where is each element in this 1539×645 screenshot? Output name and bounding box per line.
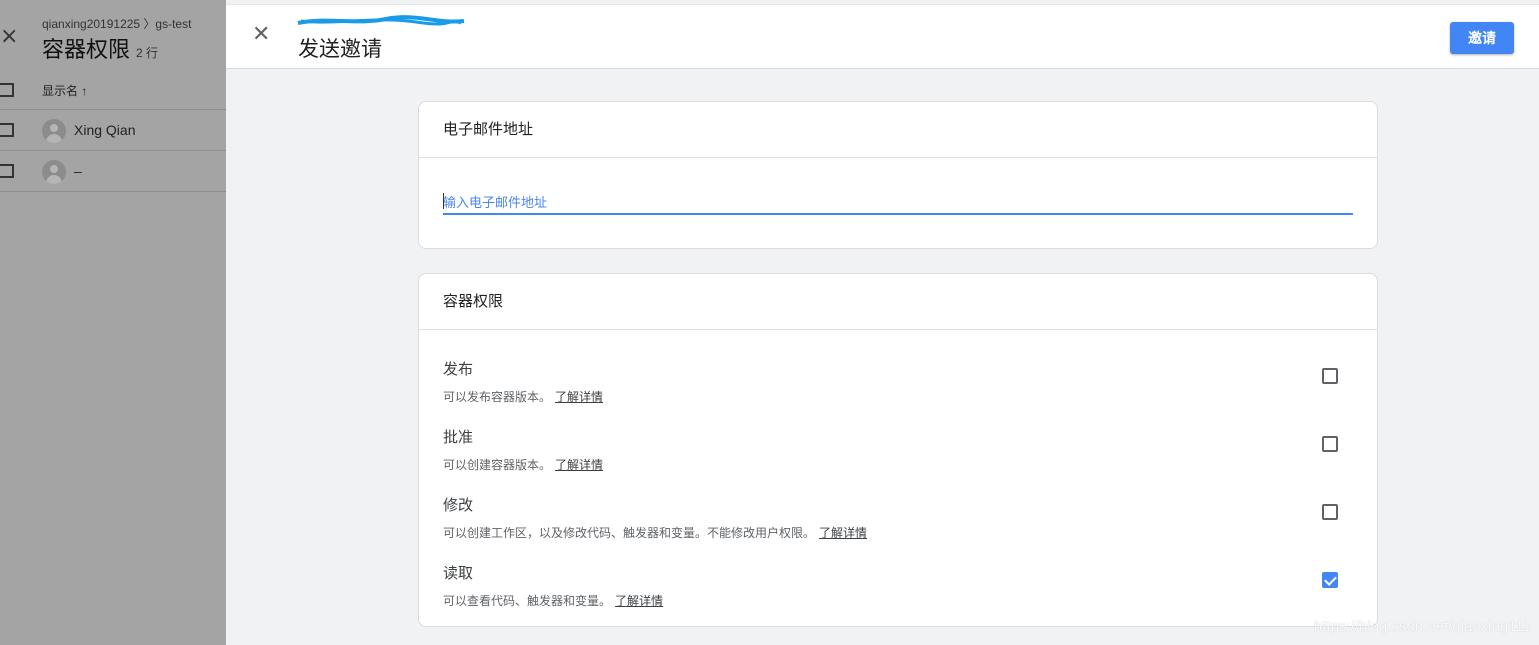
permission-edit: 修改 可以创建工作区，以及修改代码、触发器和变量。不能修改用户权限。 了解详情 bbox=[443, 494, 1355, 554]
permission-description: 可以创建容器版本。 了解详情 bbox=[443, 456, 603, 473]
permission-checkbox-publish[interactable] bbox=[1322, 368, 1338, 384]
email-card: 电子邮件地址 bbox=[418, 101, 1378, 249]
email-input[interactable] bbox=[443, 191, 1353, 215]
row-name: Xing Qian bbox=[74, 122, 136, 138]
permission-checkbox-read[interactable] bbox=[1322, 572, 1338, 588]
permission-name: 修改 bbox=[443, 497, 474, 514]
permission-read: 读取 可以查看代码、触发器和变量。 了解详情 bbox=[443, 562, 1355, 622]
row-count: 2 行 bbox=[136, 46, 159, 60]
watermark: https://blog.csdn.net/qianxing111 bbox=[1313, 618, 1531, 635]
permission-description: 可以创建工作区，以及修改代码、触发器和变量。不能修改用户权限。 了解详情 bbox=[443, 524, 867, 541]
table-row[interactable]: Xing Qian bbox=[0, 110, 226, 151]
learn-more-link[interactable]: 了解详情 bbox=[555, 390, 603, 404]
close-icon[interactable]: × bbox=[0, 26, 18, 48]
breadcrumb: qianxing20191225 〉gs-test bbox=[42, 17, 192, 31]
permission-desc-text: 可以发布容器版本。 bbox=[443, 390, 552, 404]
permission-publish: 发布 可以发布容器版本。 了解详情 bbox=[443, 358, 1355, 418]
email-section-title: 电子邮件地址 bbox=[419, 102, 1377, 158]
permission-name: 读取 bbox=[443, 565, 474, 582]
page-title-text: 容器权限 bbox=[42, 37, 131, 62]
background-panel: × qianxing20191225 〉gs-test 容器权限 2 行 显示名 … bbox=[0, 0, 226, 645]
row-name: – bbox=[74, 163, 82, 179]
permission-name: 发布 bbox=[443, 361, 474, 378]
row-checkbox[interactable] bbox=[0, 164, 14, 178]
avatar bbox=[42, 160, 66, 184]
permission-checkbox-edit[interactable] bbox=[1322, 504, 1338, 520]
close-icon[interactable]: ✕ bbox=[252, 24, 272, 46]
avatar bbox=[42, 119, 66, 143]
table-header: 显示名 ↑ bbox=[0, 70, 226, 110]
permission-name: 批准 bbox=[443, 429, 474, 446]
permission-desc-text: 可以创建工作区，以及修改代码、触发器和变量。不能修改用户权限。 bbox=[443, 526, 816, 540]
learn-more-link[interactable]: 了解详情 bbox=[819, 526, 867, 540]
permission-description: 可以发布容器版本。 了解详情 bbox=[443, 388, 603, 405]
row-checkbox[interactable] bbox=[0, 123, 14, 137]
redaction-scribble bbox=[297, 15, 465, 26]
permission-description: 可以查看代码、触发器和变量。 了解详情 bbox=[443, 592, 663, 609]
invite-button[interactable]: 邀请 bbox=[1450, 22, 1514, 54]
invite-dialog: ✕ 发送邀请 邀请 电子邮件地址 容器权限 发布 可以发布容器版本。了解详情 批… bbox=[226, 0, 1539, 645]
text-caret bbox=[443, 193, 444, 209]
permission-desc-text: 可以查看代码、触发器和变量。 bbox=[443, 594, 612, 608]
permissions-section-title: 容器权限 bbox=[419, 274, 1377, 330]
dialog-header: ✕ 发送邀请 邀请 bbox=[226, 4, 1539, 69]
permission-checkbox-approve[interactable] bbox=[1322, 436, 1338, 452]
permissions-card: 容器权限 发布 可以发布容器版本。 了解详情 批准 可以创建容器版本。 了解详情 修… bbox=[418, 273, 1378, 627]
dialog-title: 发送邀请 bbox=[298, 38, 382, 61]
learn-more-link[interactable]: 了解详情 bbox=[555, 458, 603, 472]
learn-more-link[interactable]: 了解详情 bbox=[615, 594, 663, 608]
select-all-checkbox[interactable] bbox=[0, 83, 14, 97]
column-header-display-name[interactable]: 显示名 ↑ bbox=[42, 82, 87, 99]
page-title: 容器权限 2 行 bbox=[42, 32, 158, 64]
permission-approve: 批准 可以创建容器版本。 了解详情 bbox=[443, 426, 1355, 486]
table-row[interactable]: – bbox=[0, 151, 226, 192]
permission-desc-text: 可以创建容器版本。 bbox=[443, 458, 552, 472]
